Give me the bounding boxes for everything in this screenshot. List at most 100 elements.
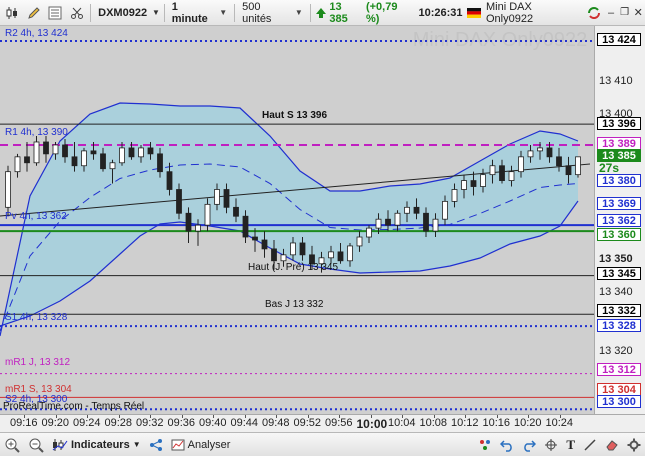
timeframe-select[interactable]: 1 minute ▼ xyxy=(168,1,231,25)
price-chart[interactable]: Mini DAX Only0922 R2 4h, 13 424Haut S 13… xyxy=(0,26,594,414)
candle-body xyxy=(52,144,59,155)
restore-button[interactable]: ❐ xyxy=(618,2,632,24)
haut-s-label: Haut S 13 396 xyxy=(262,110,327,121)
chevron-down-icon: ▼ xyxy=(132,440,141,449)
price-level-box: 13 312 xyxy=(597,363,641,376)
candle-body xyxy=(385,218,391,226)
candle-body xyxy=(204,203,211,226)
candle-body xyxy=(366,227,372,238)
candle-body xyxy=(223,189,230,208)
candle-body xyxy=(461,180,467,190)
timeframe-value: 1 minute xyxy=(171,0,208,25)
trendline-tool-button[interactable] xyxy=(579,438,601,452)
analyser-button[interactable]: Analyser xyxy=(167,438,235,452)
settings-button[interactable] xyxy=(623,438,645,452)
candle-body xyxy=(14,156,21,173)
sync-icon xyxy=(587,6,600,19)
zoom-out-button[interactable] xyxy=(24,437,48,453)
scissors-icon xyxy=(70,7,83,19)
time-tick xyxy=(24,415,25,418)
instrument-list-button[interactable] xyxy=(45,2,66,24)
price-level-box: 13 424 xyxy=(597,33,641,46)
indicators-button[interactable]: Indicateurs ▼ xyxy=(48,438,145,452)
sync-button[interactable] xyxy=(583,2,604,24)
share-icon xyxy=(149,438,162,451)
undo-button[interactable] xyxy=(496,438,518,452)
haut-j-pre-label: Haut (J. Pré) 13 345 xyxy=(248,262,338,273)
time-tick-label: 09:44 xyxy=(230,417,259,429)
candle-body xyxy=(81,150,87,167)
close-icon: ✕ xyxy=(633,7,643,19)
minimize-button[interactable]: – xyxy=(604,2,618,24)
candle-body xyxy=(489,165,496,176)
candle-body xyxy=(537,147,543,152)
time-tick xyxy=(339,415,340,418)
time-tick xyxy=(559,415,561,418)
share-button[interactable] xyxy=(145,438,167,452)
eraser-button[interactable] xyxy=(601,438,623,452)
units-select[interactable]: 500 unités ▼ xyxy=(238,1,307,25)
instrument-name: Mini DAX Only0922 xyxy=(486,0,534,25)
candle-body xyxy=(508,171,515,181)
credit-label: ProRealTime.com - Temps Réel xyxy=(3,401,144,412)
clock: 10:26:31 xyxy=(418,6,463,19)
price-tick-label: 13 320 xyxy=(599,345,633,357)
time-tick-label: 10:00 xyxy=(356,417,388,431)
german-flag-icon xyxy=(467,7,482,18)
chevron-down-icon: ▼ xyxy=(294,8,303,17)
time-axis[interactable]: 09:16 09:20 09:24 09:28 09:32 09:36 09:40 09:44… xyxy=(0,414,645,432)
chart-area[interactable]: Mini DAX Only0922 R2 4h, 13 424 Haut S 13… xyxy=(0,26,645,414)
undo-icon xyxy=(500,439,513,452)
candle-body xyxy=(337,251,344,262)
time-tick-label: 09:32 xyxy=(136,417,164,429)
price-level-box: 13 328 xyxy=(597,319,641,332)
candle-body xyxy=(328,251,334,259)
candle-body xyxy=(24,156,30,164)
scissors-button[interactable] xyxy=(66,2,87,24)
time-tick-label: 09:36 xyxy=(167,417,196,429)
time-tick xyxy=(433,415,435,418)
time-tick-label: 10:20 xyxy=(514,417,542,429)
symbol-label[interactable]: DXM0922 xyxy=(94,7,151,19)
indicators-icon xyxy=(52,438,68,451)
pivot-label: Pv 4h, 13 362 xyxy=(5,211,67,222)
candle-body xyxy=(157,153,163,173)
close-button[interactable]: ✕ xyxy=(631,2,645,24)
toolbar-divider xyxy=(163,3,165,22)
candle-body xyxy=(185,212,192,232)
price-axis[interactable]: 13 410 13 400 13 350 13 340 13 320 13 424 13 3… xyxy=(594,26,645,414)
candle-body xyxy=(138,147,144,158)
edit-button[interactable] xyxy=(23,2,44,24)
time-tick xyxy=(496,415,498,418)
text-tool-button[interactable]: T xyxy=(562,437,579,453)
candle-body xyxy=(5,171,11,208)
candle-body xyxy=(33,141,40,164)
time-tick xyxy=(244,415,246,418)
candle-body xyxy=(176,189,182,214)
time-tick-label: 09:40 xyxy=(199,417,227,429)
candle-body xyxy=(147,147,154,155)
price-change: (+0,79 %) xyxy=(365,0,398,25)
drawing-tools-button[interactable] xyxy=(474,438,496,452)
toolbar-divider xyxy=(90,3,92,22)
price-tick-label: 13 410 xyxy=(599,75,633,87)
candle-countdown: 27s xyxy=(599,161,620,175)
symbol-dropdown-caret[interactable]: ▼ xyxy=(151,2,161,24)
candle-body xyxy=(109,162,116,170)
time-tick-label: 10:16 xyxy=(482,417,511,429)
units-value: 500 unités xyxy=(242,0,272,25)
zoom-in-button[interactable] xyxy=(0,437,24,453)
candle-body xyxy=(404,206,410,214)
toolbar-divider xyxy=(309,3,311,22)
price-level-box: 13 345 xyxy=(597,267,641,280)
price-level-box: 13 300 xyxy=(597,395,641,408)
bottom-toolbar: Indicateurs ▼ Analyser T xyxy=(0,432,645,456)
price-level-box: 13 380 xyxy=(597,174,641,187)
time-tick-label: 09:28 xyxy=(104,417,133,429)
candle-body xyxy=(394,212,401,226)
time-tick xyxy=(307,415,309,418)
chart-type-button[interactable] xyxy=(0,2,23,24)
crosshair-button[interactable] xyxy=(540,438,562,452)
time-tick xyxy=(370,415,372,418)
redo-button[interactable] xyxy=(518,438,540,452)
